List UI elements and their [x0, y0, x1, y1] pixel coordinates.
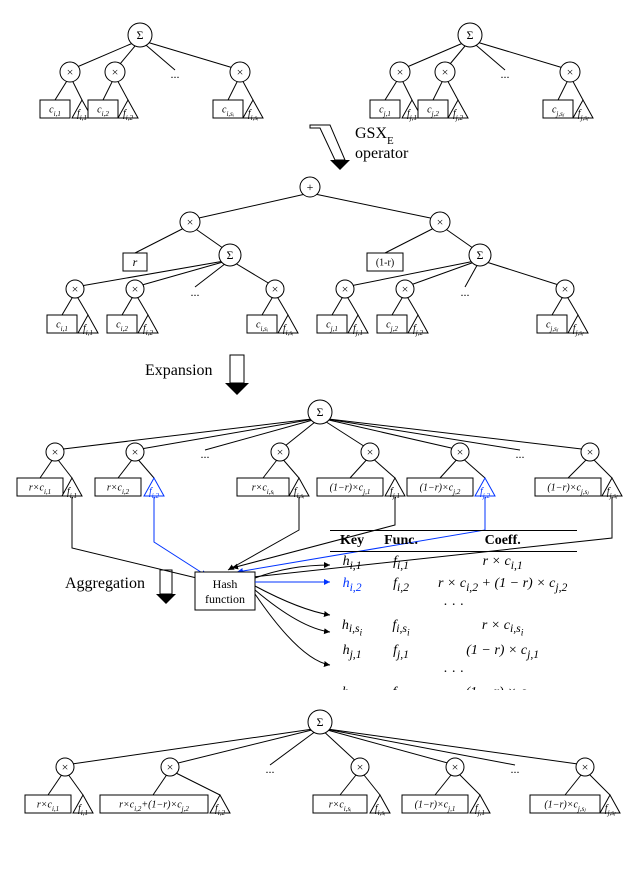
- svg-text:Σ: Σ: [317, 715, 324, 729]
- svg-text:×: ×: [272, 282, 279, 296]
- svg-text:...: ...: [511, 762, 520, 776]
- final-tree: Σ × r×ci,1 fi,1 × r×ci,2+(1−r)×cj,2 fi,2…: [25, 710, 620, 817]
- diagram-svg: Σ × ci,1 fi,1 × ci,2 fi,2 ... ×: [10, 10, 630, 860]
- svg-text:Σ: Σ: [137, 28, 144, 42]
- svg-text:×: ×: [367, 445, 374, 459]
- svg-text:×: ×: [237, 65, 244, 79]
- svg-text:Expansion: Expansion: [145, 362, 213, 379]
- hash-function-box: Hash function: [195, 572, 255, 610]
- svg-text:Aggregation: Aggregation: [65, 575, 145, 592]
- svg-text:×: ×: [277, 445, 284, 459]
- svg-text:Σ: Σ: [467, 28, 474, 42]
- svg-text:×: ×: [452, 760, 459, 774]
- svg-text:...: ...: [461, 285, 470, 299]
- svg-text:...: ...: [171, 67, 180, 81]
- svg-text:×: ×: [567, 65, 574, 79]
- svg-text:×: ×: [67, 65, 74, 79]
- expansion-arrow: Expansion: [145, 355, 249, 395]
- svg-text:Σ: Σ: [477, 248, 484, 262]
- svg-text:...: ...: [201, 447, 210, 461]
- svg-text:×: ×: [562, 282, 569, 296]
- svg-text:...: ...: [266, 762, 275, 776]
- svg-text:×: ×: [357, 760, 364, 774]
- svg-text:×: ×: [187, 215, 194, 229]
- svg-text:r: r: [133, 255, 138, 269]
- svg-text:×: ×: [442, 65, 449, 79]
- svg-text:(1-r): (1-r): [376, 257, 394, 268]
- gsx-arrow: GSXE operator: [310, 125, 409, 170]
- svg-text:Σ: Σ: [227, 248, 234, 262]
- svg-text:...: ...: [191, 285, 200, 299]
- svg-text:GSXE: GSXE: [355, 125, 394, 147]
- svg-text:×: ×: [587, 445, 594, 459]
- svg-text:×: ×: [132, 445, 139, 459]
- svg-text:×: ×: [437, 215, 444, 229]
- svg-text:×: ×: [342, 282, 349, 296]
- svg-text:×: ×: [167, 760, 174, 774]
- svg-text:×: ×: [457, 445, 464, 459]
- hash-table: KeyFunc.Coeff. hi,1fi,1r × ci,1 hi,2fi,2…: [330, 530, 630, 690]
- svg-text:×: ×: [72, 282, 79, 296]
- svg-text:+: +: [307, 180, 314, 194]
- svg-text:...: ...: [501, 67, 510, 81]
- svg-text:×: ×: [52, 445, 59, 459]
- expansion-tree: Σ × r×ci,1 fi,1 × r×ci,2 fi,2 ...: [17, 400, 622, 500]
- svg-text:Hash: Hash: [213, 577, 238, 591]
- top-left-tree: Σ × ci,1 fi,1 × ci,2 fi,2 ... ×: [40, 23, 263, 122]
- top-right-tree: Σ × cj,1 fj,1 × cj,2 fj,2 ... ×: [370, 23, 593, 122]
- svg-text:×: ×: [112, 65, 119, 79]
- hash-to-table: [255, 565, 330, 665]
- svg-text:...: ...: [516, 447, 525, 461]
- mid-tree: + × r Σ × ci,1 fi,1 ×: [47, 177, 588, 337]
- aggregation-arrow: Aggregation: [65, 570, 176, 604]
- svg-text:×: ×: [582, 760, 589, 774]
- svg-text:Σ: Σ: [317, 405, 324, 419]
- svg-text:function: function: [205, 592, 245, 606]
- svg-text:×: ×: [397, 65, 404, 79]
- svg-text:×: ×: [402, 282, 409, 296]
- svg-text:×: ×: [62, 760, 69, 774]
- svg-text:×: ×: [132, 282, 139, 296]
- svg-text:operator: operator: [355, 145, 409, 162]
